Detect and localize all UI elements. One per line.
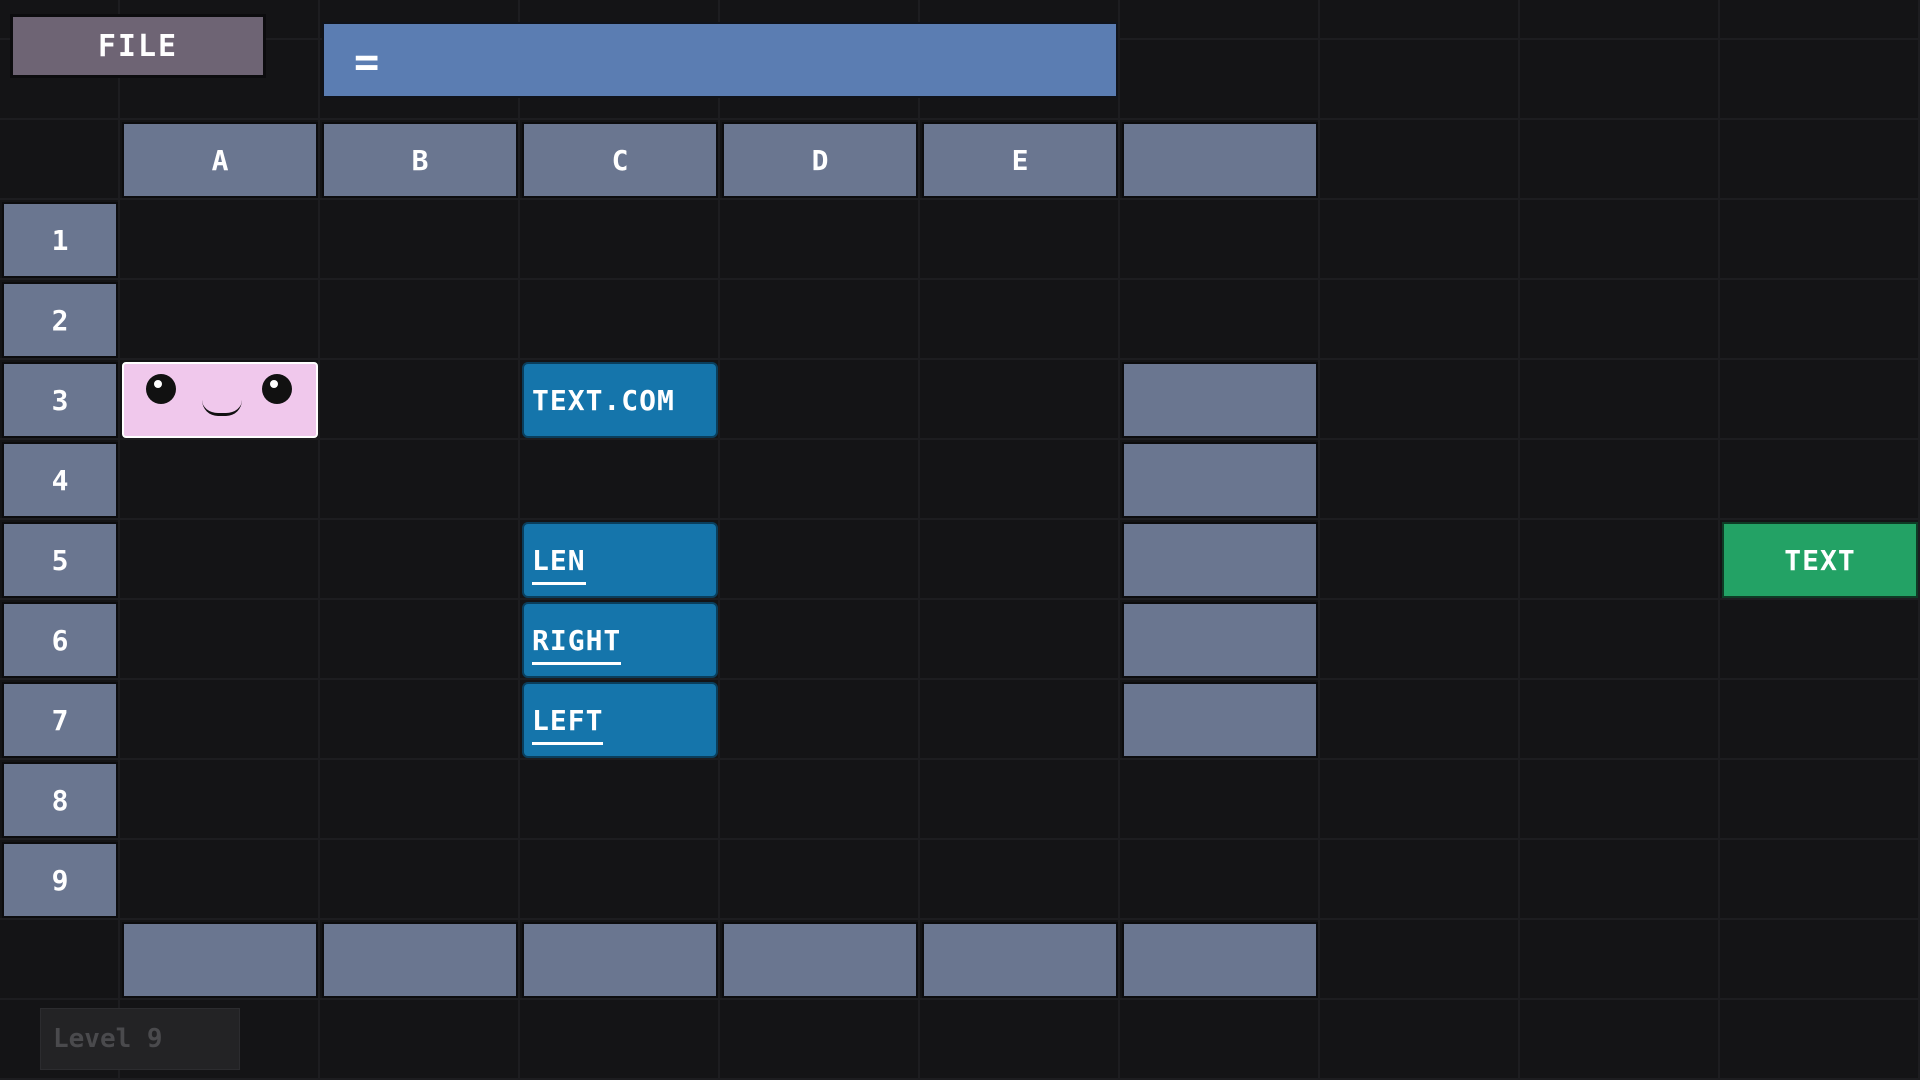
smile-icon [202, 400, 242, 416]
text-function-block[interactable]: TEXT [1722, 522, 1918, 598]
left-underline [532, 741, 604, 745]
bottom-slot-6[interactable] [1122, 922, 1318, 998]
column-header-a[interactable]: A [122, 122, 318, 198]
row-header-1[interactable]: 1 [2, 202, 118, 278]
row-header-7[interactable]: 7 [2, 682, 118, 758]
right-underline [532, 661, 622, 665]
column-header-e[interactable]: E [922, 122, 1118, 198]
right-eye-icon [262, 374, 292, 404]
bottom-slot-2[interactable] [322, 922, 518, 998]
game-stage: FILE = A B C D E 1 2 3 4 5 6 7 8 9 TEXT.… [0, 0, 1920, 1080]
row-header-9[interactable]: 9 [2, 842, 118, 918]
face-character-block[interactable] [122, 362, 318, 438]
row-header-4[interactable]: 4 [2, 442, 118, 518]
formula-equals-sign: = [354, 37, 380, 86]
bottom-slot-4[interactable] [722, 922, 918, 998]
side-slot-2[interactable] [1122, 442, 1318, 518]
column-header-c[interactable]: C [522, 122, 718, 198]
row-header-6[interactable]: 6 [2, 602, 118, 678]
bottom-slot-5[interactable] [922, 922, 1118, 998]
column-header-b[interactable]: B [322, 122, 518, 198]
level-indicator: Level 9 [40, 1008, 240, 1070]
text-com-block[interactable]: TEXT.COM [522, 362, 718, 438]
left-label: LEFT [532, 704, 604, 745]
left-eye-icon [146, 374, 176, 404]
row-header-3[interactable]: 3 [2, 362, 118, 438]
left-function-block[interactable]: LEFT [522, 682, 718, 758]
right-label: RIGHT [532, 624, 622, 665]
row-header-2[interactable]: 2 [2, 282, 118, 358]
right-function-block[interactable]: RIGHT [522, 602, 718, 678]
len-underline [532, 581, 586, 585]
side-slot-4[interactable] [1122, 602, 1318, 678]
bottom-slot-1[interactable] [122, 922, 318, 998]
column-header-d[interactable]: D [722, 122, 918, 198]
side-slot-3[interactable] [1122, 522, 1318, 598]
file-button[interactable]: FILE [10, 14, 266, 78]
text-com-label: TEXT.COM [532, 383, 675, 417]
formula-bar[interactable]: = [322, 22, 1118, 98]
side-slot-1[interactable] [1122, 362, 1318, 438]
column-header-blank[interactable] [1122, 122, 1318, 198]
bottom-slot-3[interactable] [522, 922, 718, 998]
row-header-8[interactable]: 8 [2, 762, 118, 838]
len-label: LEN [532, 544, 586, 585]
row-header-5[interactable]: 5 [2, 522, 118, 598]
side-slot-5[interactable] [1122, 682, 1318, 758]
len-function-block[interactable]: LEN [522, 522, 718, 598]
